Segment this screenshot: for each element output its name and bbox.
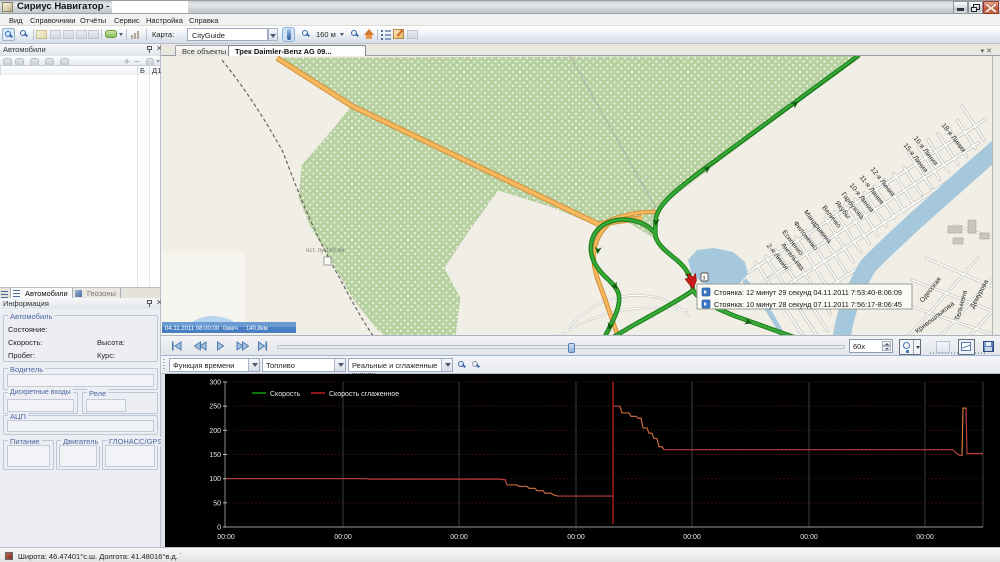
svg-text:00:00: 00:00 xyxy=(683,534,701,541)
svg-text:Скорость: Скорость xyxy=(270,391,301,398)
svg-text:04.11.2011 08:00:00: 04.11.2011 08:00:00 xyxy=(165,326,220,332)
svg-text:0: 0 xyxy=(217,525,221,532)
svg-text:00:00: 00:00 xyxy=(800,534,818,541)
svg-text:100: 100 xyxy=(209,476,221,483)
svg-text:з: з xyxy=(703,276,706,282)
svg-text:00:00: 00:00 xyxy=(334,534,352,541)
svg-text:0км/ч: 0км/ч xyxy=(223,326,238,332)
svg-text:00:00: 00:00 xyxy=(217,534,235,541)
svg-text:Стоянка: 10 минут 28 секунд 07: Стоянка: 10 минут 28 секунд 07.11.2011 7… xyxy=(714,300,902,309)
svg-text:00:00: 00:00 xyxy=(916,534,934,541)
svg-text:250: 250 xyxy=(209,404,221,411)
svg-text:140.8км: 140.8км xyxy=(246,326,268,332)
svg-text:200: 200 xyxy=(209,428,221,435)
svg-text:Скорость сглаженное: Скорость сглаженное xyxy=(329,391,399,398)
svg-text:Стоянка: 12 минут 29 секунд 04: Стоянка: 12 минут 29 секунд 04.11.2011 7… xyxy=(714,288,902,297)
svg-text:00:00: 00:00 xyxy=(567,534,585,541)
svg-text:ост. пу 169 км: ост. пу 169 км xyxy=(306,248,344,254)
svg-text:50: 50 xyxy=(213,500,221,507)
svg-text:150: 150 xyxy=(209,452,221,459)
svg-text:300: 300 xyxy=(209,380,221,387)
svg-text:00:00: 00:00 xyxy=(450,534,468,541)
